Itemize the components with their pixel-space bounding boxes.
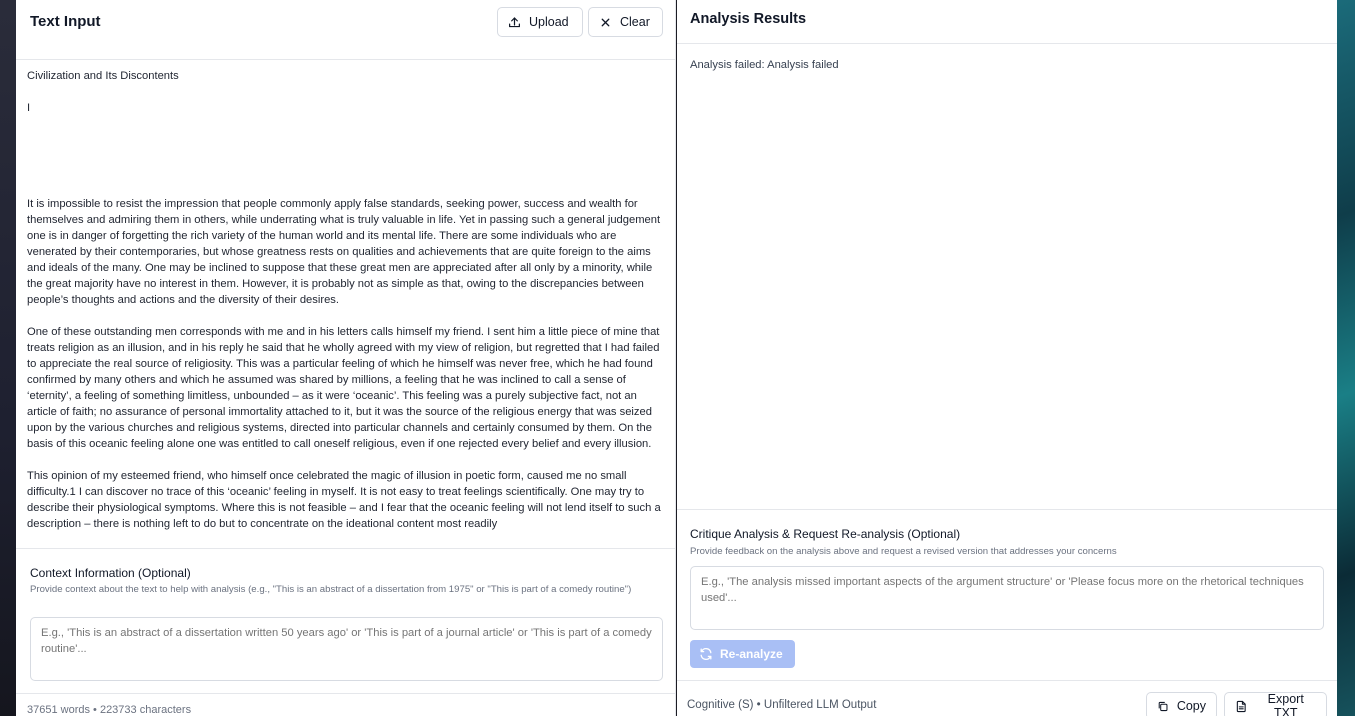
- analysis-results-panel: Analysis Results Analysis failed: Analys…: [677, 0, 1337, 716]
- text-input-title: Text Input: [30, 13, 101, 30]
- analysis-footer: Cognitive (S) • Unfiltered LLM Output Co…: [677, 680, 1337, 716]
- reanalyze-button[interactable]: Re-analyze: [690, 640, 795, 668]
- analysis-header: Analysis Results: [677, 0, 1337, 44]
- export-label: Export TXT: [1267, 692, 1304, 716]
- background-left-edge: [0, 0, 16, 716]
- analysis-result-text: Analysis failed: Analysis failed: [690, 59, 839, 71]
- context-input[interactable]: [30, 617, 663, 681]
- paragraph-1: It is impossible to resist the impressio…: [27, 198, 661, 306]
- document-text-area[interactable]: Civilization and Its Discontents I It is…: [16, 60, 676, 548]
- text-input-panel: Text Input Upload Clear Civilization and…: [16, 0, 676, 716]
- critique-description: Provide feedback on the analysis above a…: [690, 546, 1117, 557]
- upload-button[interactable]: Upload: [497, 7, 583, 37]
- background-right-edge: [1337, 0, 1355, 716]
- text-stats: 37651 words • 223733 characters: [16, 693, 676, 716]
- analysis-title: Analysis Results: [690, 11, 807, 27]
- chapter-numeral: I: [27, 102, 31, 114]
- upload-label: Upload: [529, 15, 569, 29]
- model-status: Cognitive (S) • Unfiltered LLM Output: [687, 699, 877, 711]
- copy-button[interactable]: Copy: [1146, 692, 1217, 716]
- copy-icon: [1158, 701, 1168, 711]
- context-title: Context Information (Optional): [30, 566, 191, 580]
- reanalyze-label: Re-analyze: [720, 647, 783, 661]
- critique-title: Critique Analysis & Request Re-analysis …: [690, 527, 961, 541]
- export-txt-button[interactable]: Export TXT: [1224, 692, 1327, 716]
- critique-input[interactable]: [690, 566, 1324, 630]
- clear-button[interactable]: Clear: [588, 7, 663, 37]
- clear-label: Clear: [620, 15, 650, 29]
- document-title: Civilization and Its Discontents: [27, 70, 179, 82]
- paragraph-3: This opinion of my esteemed friend, who …: [27, 470, 661, 530]
- context-section: Context Information (Optional) Provide c…: [16, 548, 676, 693]
- context-description: Provide context about the text to help w…: [30, 584, 632, 595]
- paragraph-2: One of these outstanding men corresponds…: [27, 326, 660, 450]
- copy-label: Copy: [1176, 699, 1206, 713]
- close-icon: [601, 18, 610, 26]
- file-text-icon: [1236, 700, 1246, 712]
- upload-icon: [509, 16, 520, 27]
- critique-section: Critique Analysis & Request Re-analysis …: [677, 509, 1337, 680]
- refresh-icon: [700, 647, 712, 661]
- text-input-header: Text Input Upload Clear: [16, 0, 675, 60]
